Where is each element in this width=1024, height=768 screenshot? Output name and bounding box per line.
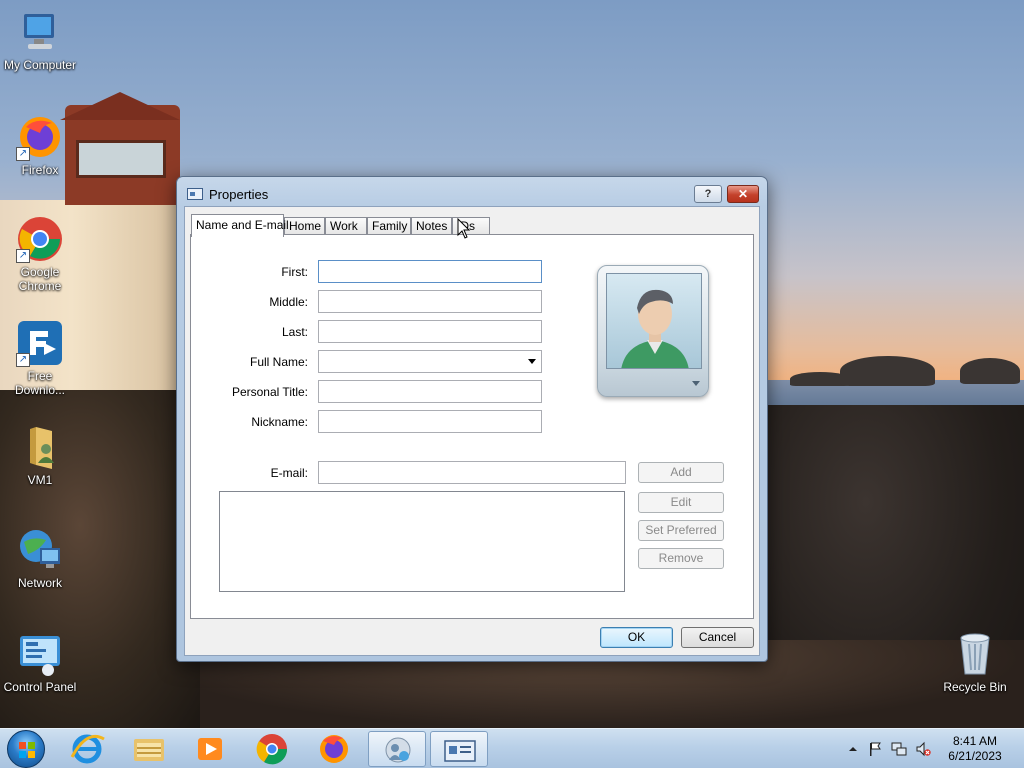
clock-time: 8:41 AM (952, 734, 998, 748)
media-player-icon (198, 738, 222, 760)
desktop-icon-recycle-bin[interactable]: Recycle Bin (935, 630, 1015, 694)
dialog-client-area: Name and E-mail Home Work Family Notes I… (184, 206, 760, 656)
close-button[interactable]: ✕ (727, 185, 759, 203)
desktop-icon-label: Firefox (21, 163, 59, 177)
taskbar-windows-explorer[interactable] (120, 731, 178, 767)
internet-explorer-icon (70, 734, 105, 764)
chevron-up-icon (849, 747, 857, 751)
recycle-bin-icon (951, 630, 999, 678)
add-email-button[interactable]: Add (638, 462, 724, 483)
desktop-icon-label: Network (17, 576, 62, 590)
nickname-field[interactable] (318, 410, 542, 433)
chrome-icon: ↗ (16, 215, 64, 263)
desktop-icon-control-panel[interactable]: Control Panel (0, 630, 80, 694)
first-name-field[interactable] (318, 260, 542, 283)
properties-window-icon (444, 740, 476, 762)
email-list[interactable] (219, 491, 625, 592)
desktop-icon-label: My Computer (3, 58, 77, 72)
taskbar-media-player[interactable] (181, 731, 239, 767)
chrome-icon (256, 734, 288, 765)
taskbar-chrome[interactable] (243, 731, 301, 767)
start-button[interactable] (7, 730, 45, 768)
system-clock[interactable]: 8:41 AM 6/21/2023 (940, 734, 1010, 764)
desktop-icon-chrome[interactable]: ↗ Google Chrome (0, 215, 80, 293)
last-name-field[interactable] (318, 320, 542, 343)
full-name-label: Full Name: (249, 355, 308, 369)
shortcut-arrow-icon: ↗ (16, 353, 30, 367)
help-button[interactable]: ? (694, 185, 722, 203)
email-field[interactable] (318, 461, 626, 484)
taskbar: 8:41 AM 6/21/2023 (0, 728, 1024, 768)
mouse-cursor-icon (457, 217, 471, 243)
firefox-icon: ↗ (16, 113, 64, 161)
email-label: E-mail: (270, 466, 308, 480)
lighthouse-glass (76, 140, 166, 178)
chevron-down-icon (692, 381, 700, 386)
personal-title-label: Personal Title: (231, 385, 308, 399)
middle-label: Middle: (269, 295, 308, 309)
ok-button[interactable]: OK (600, 627, 673, 648)
dialog-title: Properties (209, 187, 269, 202)
last-label: Last: (281, 325, 308, 339)
middle-name-field[interactable] (318, 290, 542, 313)
tab-name-and-email[interactable]: Name and E-mail (191, 214, 289, 237)
contacts-icon (385, 737, 411, 763)
taskbar-contacts[interactable] (368, 731, 426, 767)
taskbar-properties-window[interactable] (430, 731, 488, 767)
control-panel-icon (16, 630, 64, 678)
full-name-combobox[interactable] (318, 350, 542, 373)
my-computer-icon (16, 8, 64, 56)
set-preferred-button[interactable]: Set Preferred (638, 520, 724, 541)
island (840, 356, 935, 386)
taskbar-firefox[interactable] (305, 731, 363, 767)
desktop-icon-label: VM1 (27, 473, 53, 487)
personal-title-field[interactable] (318, 380, 542, 403)
first-label: First: (281, 265, 308, 279)
properties-dialog: Properties ? ✕ Name and E-mail Home Work… (176, 176, 768, 662)
nickname-label: Nickname: (251, 415, 308, 429)
desktop-icon-firefox[interactable]: ↗ Firefox (0, 113, 80, 177)
contact-picture-button[interactable] (597, 265, 709, 397)
name-and-email-panel: First: Middle: Last: Full Name: Personal… (190, 234, 754, 619)
windows-explorer-icon (134, 739, 164, 761)
clock-date: 6/21/2023 (948, 749, 1002, 763)
action-center-icon[interactable] (867, 741, 883, 757)
shortcut-arrow-icon: ↗ (16, 147, 30, 161)
remove-email-button[interactable]: Remove (638, 548, 724, 569)
network-status-icon[interactable] (891, 741, 907, 757)
show-hidden-icons-button[interactable] (845, 741, 861, 757)
desktop-icon-vm1[interactable]: VM1 (0, 423, 80, 487)
desktop-icon-my-computer[interactable]: My Computer (0, 8, 80, 72)
dialog-titlebar[interactable]: Properties ? ✕ (177, 177, 767, 207)
chevron-down-icon[interactable] (528, 359, 536, 364)
network-icon (16, 526, 64, 574)
firefox-icon (320, 735, 348, 763)
volume-muted-icon[interactable] (915, 741, 931, 757)
shortcut-arrow-icon: ↗ (16, 249, 30, 263)
desktop-icon-label: Google Chrome (18, 265, 62, 293)
user-folder-icon (16, 423, 64, 471)
island (960, 358, 1020, 384)
taskbar-internet-explorer[interactable] (58, 731, 116, 767)
desktop-icon-label: Free Downlo... (14, 369, 66, 397)
desktop-icon-label: Control Panel (3, 680, 77, 694)
edit-email-button[interactable]: Edit (638, 492, 724, 513)
contact-avatar (606, 273, 702, 369)
free-download-manager-icon: ↗ (16, 319, 64, 367)
desktop-icon-label: Recycle Bin (943, 680, 1007, 694)
desktop-icon-network[interactable]: Network (0, 526, 80, 590)
contact-card-icon (187, 188, 203, 200)
cancel-button[interactable]: Cancel (681, 627, 754, 648)
desktop-icon-free-download-manager[interactable]: ↗ Free Downlo... (0, 319, 80, 397)
